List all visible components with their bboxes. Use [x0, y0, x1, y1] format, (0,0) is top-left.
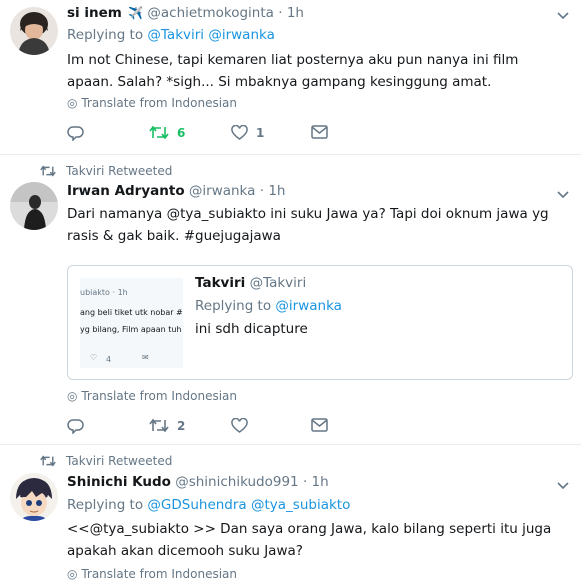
timestamp[interactable]: 1h — [312, 474, 329, 490]
timestamp[interactable]: 1h — [268, 183, 285, 199]
reply-button[interactable] — [67, 125, 84, 141]
timestamp[interactable]: 1h — [287, 5, 304, 21]
retweet-context: Takviri Retweeted — [40, 454, 172, 468]
envelope-icon — [311, 418, 328, 432]
display-name[interactable]: Irwan Adryanto — [67, 183, 185, 199]
translate-link[interactable]: ◎ Translate from Indonesian — [67, 567, 237, 581]
message-button[interactable] — [311, 418, 328, 432]
quoted-replying-handles: @irwanka — [275, 298, 342, 314]
user-handle[interactable]: @achietmokoginta — [147, 5, 274, 21]
avatar[interactable] — [10, 7, 58, 55]
reply-icon — [67, 126, 84, 141]
tweet-text: <<@tya_subiakto >> Dan saya orang Jawa, … — [67, 521, 552, 559]
translate-link[interactable]: ◎ Translate from Indonesian — [67, 389, 237, 403]
airplane-icon: ✈️ — [128, 6, 144, 20]
replying-label: Replying to — [67, 497, 144, 513]
like-button[interactable]: 1 — [231, 125, 264, 141]
like-count: 1 — [256, 126, 265, 140]
avatar[interactable] — [10, 473, 58, 521]
quoted-image-heart-icon: ♡ — [90, 353, 98, 362]
tweet-actions: 2 — [67, 418, 367, 440]
replying-to: Replying to @GDSuhendra @tya_subiakto — [67, 497, 350, 513]
retweet-button[interactable]: 2 — [149, 418, 185, 433]
retweet-button[interactable]: 6 — [149, 125, 185, 140]
translate-label[interactable]: Translate from Indonesian — [81, 567, 237, 581]
quoted-tweet-content: Takviri @Takviri Replying to @irwanka in… — [195, 272, 342, 341]
retweet-context: Takviri Retweeted — [40, 164, 172, 178]
quoted-image-like-count: 4 — [106, 355, 112, 364]
separator-dot: · — [259, 183, 265, 199]
tweet-header: Irwan Adryanto @irwanka · 1h — [67, 183, 285, 199]
message-button[interactable] — [311, 125, 328, 139]
retweet-icon — [149, 125, 169, 140]
chevron-down-icon[interactable] — [557, 189, 569, 202]
quoted-tweet[interactable]: ubiakto · 1h ang beli tiket utk nobar #L… — [67, 265, 573, 380]
replying-label: Replying to — [67, 27, 144, 43]
reply-button[interactable] — [67, 418, 84, 434]
quoted-text: ini sdh dicapture — [195, 321, 308, 337]
separator-dot: · — [278, 5, 283, 21]
retweet-count: 2 — [177, 418, 186, 433]
quoted-image[interactable]: ubiakto · 1h ang beli tiket utk nobar #L… — [80, 278, 183, 368]
heart-icon — [231, 418, 248, 433]
quoted-display-name: Takviri — [195, 275, 246, 291]
tweet[interactable]: si inem ✈️ @achietmokoginta · 1h Replyin… — [0, 0, 581, 155]
avatar[interactable] — [10, 182, 58, 230]
tweet-actions: 6 1 — [67, 125, 367, 147]
tweet-header: si inem ✈️ @achietmokoginta · 1h — [67, 5, 304, 21]
replying-handles[interactable]: @Takviri @irwanka — [147, 27, 274, 43]
reply-icon — [67, 419, 84, 434]
globe-icon: ◎ — [67, 96, 78, 110]
translate-label[interactable]: Translate from Indonesian — [81, 96, 237, 110]
quoted-handle: @Takviri — [249, 275, 307, 291]
quoted-image-line: ang beli tiket utk nobar #L — [80, 308, 183, 317]
quoted-replying-label: Replying to — [195, 298, 272, 314]
tweet[interactable]: Takviri Retweeted Shinichi Kudo @shinich… — [0, 445, 581, 587]
quoted-image-envelope-icon: ✉ — [142, 353, 149, 362]
user-handle[interactable]: @shinichikudo991 — [175, 474, 298, 490]
display-name[interactable]: Shinichi Kudo — [67, 474, 171, 490]
user-handle[interactable]: @irwanka — [189, 183, 256, 199]
chevron-down-icon[interactable] — [557, 480, 569, 493]
replying-handles[interactable]: @GDSuhendra @tya_subiakto — [147, 497, 350, 513]
retweet-icon — [40, 455, 56, 467]
globe-icon: ◎ — [67, 567, 78, 581]
tweet[interactable]: Takviri Retweeted Irwan Adryanto @irwank… — [0, 155, 581, 445]
quoted-image-line: yg bilang, Film apaan tuh — [80, 325, 182, 334]
translate-label[interactable]: Translate from Indonesian — [81, 389, 237, 403]
display-name[interactable]: si inem — [67, 5, 122, 21]
heart-icon — [231, 125, 248, 140]
retweet-context-label[interactable]: Takviri Retweeted — [66, 454, 172, 468]
like-button[interactable] — [231, 418, 248, 434]
tweet-text: Dari namanya @tya_subiakto ini suku Jawa… — [67, 206, 549, 244]
quoted-image-line: ubiakto · 1h — [80, 288, 128, 297]
replying-to: Replying to @Takviri @irwanka — [67, 27, 275, 43]
envelope-icon — [311, 125, 328, 139]
tweet-text: Im not Chinese, tapi kemaren liat poster… — [67, 52, 519, 90]
retweet-context-label[interactable]: Takviri Retweeted — [66, 164, 172, 178]
chevron-down-icon[interactable] — [557, 10, 569, 23]
globe-icon: ◎ — [67, 389, 78, 403]
retweet-icon — [40, 165, 56, 177]
retweet-count: 6 — [177, 125, 186, 140]
separator-dot: · — [302, 474, 308, 490]
retweet-icon — [149, 418, 169, 433]
translate-link[interactable]: ◎ Translate from Indonesian — [67, 96, 237, 110]
tweet-header: Shinichi Kudo @shinichikudo991 · 1h — [67, 474, 329, 490]
